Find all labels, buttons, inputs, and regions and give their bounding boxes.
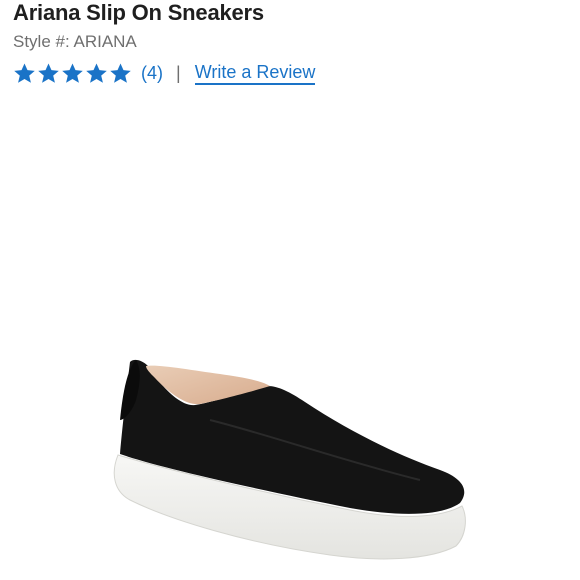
- star-icon: [110, 62, 131, 83]
- star-icon: [14, 62, 35, 83]
- write-review-link[interactable]: Write a Review: [194, 62, 316, 85]
- star-icon: [86, 62, 107, 83]
- product-title: Ariana Slip On Sneakers: [13, 0, 264, 25]
- star-rating[interactable]: [13, 62, 132, 85]
- product-header: Ariana Slip On Sneakers Style #: ARIANA …: [13, 0, 573, 85]
- product-page: Ariana Slip On Sneakers Style #: ARIANA …: [0, 0, 580, 580]
- star-icon: [62, 62, 83, 83]
- divider: |: [176, 62, 181, 83]
- rating-row: (4) | Write a Review: [13, 61, 573, 85]
- product-style-number: Style #: ARIANA: [13, 32, 137, 51]
- star-icon: [38, 62, 59, 83]
- review-count[interactable]: (4): [141, 63, 163, 84]
- product-image: [113, 359, 466, 560]
